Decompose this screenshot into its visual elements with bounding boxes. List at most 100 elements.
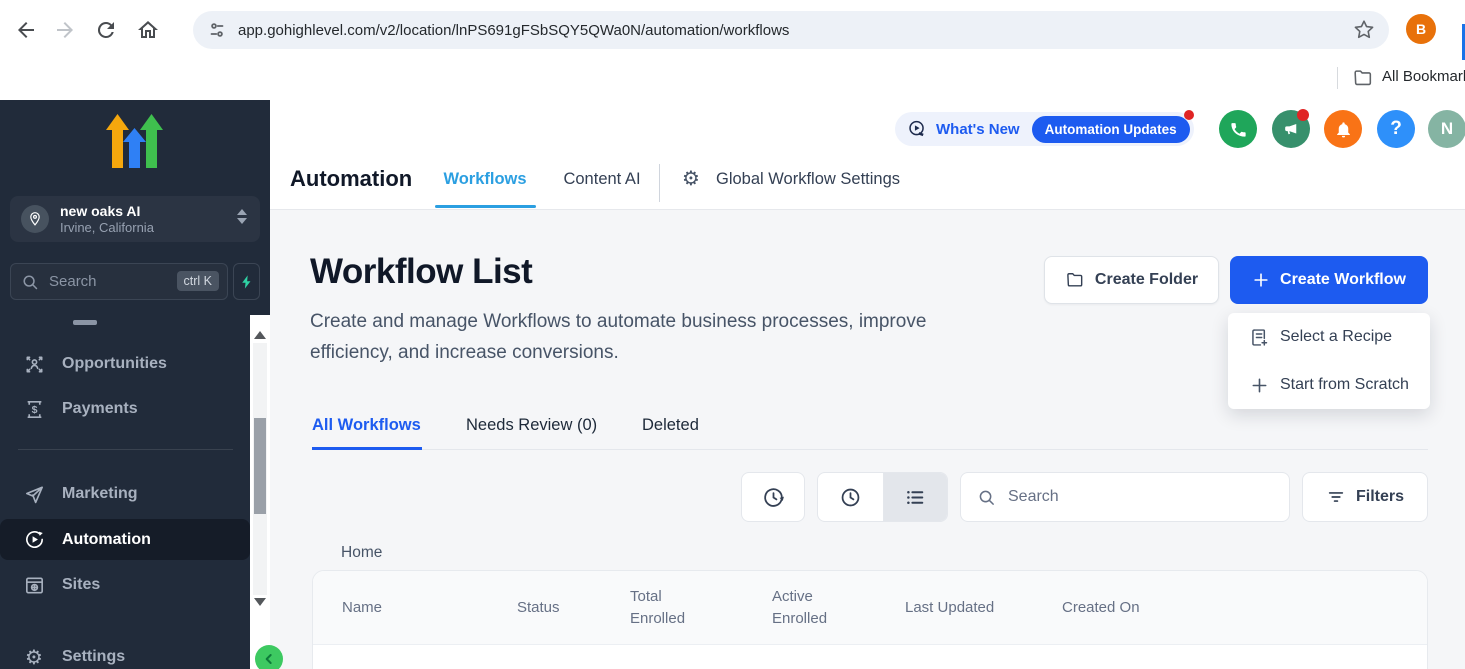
folder-icon <box>1065 270 1085 290</box>
plus-icon <box>1248 374 1270 396</box>
whats-new-pill[interactable]: What's New Automation Updates <box>895 112 1194 146</box>
lightning-icon <box>239 274 255 290</box>
tab-deleted[interactable]: Deleted <box>642 416 699 435</box>
marketing-icon <box>22 482 46 506</box>
notifications-button[interactable] <box>1324 110 1362 148</box>
question-mark-icon: ? <box>1390 118 1402 140</box>
opportunities-icon <box>22 352 46 376</box>
tab-all-workflows-underline <box>312 447 422 450</box>
global-workflow-settings-link[interactable]: Global Workflow Settings <box>716 170 900 189</box>
breadcrumb[interactable]: Home <box>341 544 382 562</box>
automation-updates-badge[interactable]: Automation Updates <box>1032 116 1190 143</box>
app-root: app.gohighlevel.com/v2/location/lnPS691g… <box>0 0 1465 669</box>
sidebar-item-label: Settings <box>62 648 125 666</box>
sidebar-item-payments[interactable]: $ Payments <box>0 387 250 431</box>
clock-icon <box>839 486 862 509</box>
bookmarks-separator <box>1337 67 1338 89</box>
recipe-icon <box>1248 326 1270 348</box>
tab-needs-review[interactable]: Needs Review (0) <box>466 416 597 435</box>
location-pin-icon <box>21 205 49 233</box>
section-subtitle: Create and manage Workflows to automate … <box>310 306 1010 368</box>
location-city: Irvine, California <box>60 220 154 236</box>
workflow-search-input[interactable] <box>1006 487 1246 507</box>
bookmark-star-icon[interactable] <box>1345 11 1383 49</box>
menu-item-select-recipe[interactable]: Select a Recipe <box>1228 313 1430 361</box>
user-avatar[interactable]: N <box>1428 110 1465 148</box>
time-view-button[interactable] <box>818 473 883 521</box>
browser-refresh-icon[interactable] <box>94 18 118 42</box>
scrollbar-thumb[interactable] <box>254 418 266 514</box>
plus-icon <box>1252 271 1270 289</box>
automation-icon <box>22 528 46 552</box>
partial-menu-item <box>73 320 97 325</box>
column-header-last-updated[interactable]: Last Updated <box>905 571 994 645</box>
phone-icon <box>1229 120 1248 139</box>
table-header-row: Name Status Total Enrolled Active Enroll… <box>313 571 1427 645</box>
column-header-created-on[interactable]: Created On <box>1062 571 1140 645</box>
tab-content-ai[interactable]: Content AI <box>542 170 662 189</box>
help-button[interactable]: ? <box>1377 110 1415 148</box>
sidebar-search-input[interactable] <box>47 272 157 291</box>
notification-dot <box>1297 109 1309 121</box>
filter-icon <box>1326 487 1346 507</box>
main-header: Automation Workflows Content AI ⚙ Global… <box>270 100 1465 210</box>
scroll-up-arrow[interactable] <box>254 331 266 339</box>
create-folder-button[interactable]: Create Folder <box>1044 256 1219 304</box>
list-view-button[interactable] <box>883 473 948 521</box>
tab-workflows-underline <box>435 205 536 208</box>
column-header-active-enrolled[interactable]: Active Enrolled <box>772 586 852 630</box>
filters-button[interactable]: Filters <box>1302 472 1428 522</box>
sidebar-item-sites[interactable]: Sites <box>0 563 250 607</box>
tab-all-workflows[interactable]: All Workflows <box>312 416 421 435</box>
list-icon <box>904 486 927 509</box>
shortcut-badge: ctrl K <box>177 271 219 291</box>
column-header-name[interactable]: Name <box>342 571 382 645</box>
svg-text:$: $ <box>31 403 37 415</box>
history-icon <box>762 486 785 509</box>
sidebar-item-label: Sites <box>62 576 100 594</box>
phone-button[interactable] <box>1219 110 1257 148</box>
sidebar-collapse-button[interactable] <box>255 645 283 669</box>
browser-back-icon[interactable] <box>14 18 38 42</box>
sidebar-item-settings[interactable]: ⚙ Settings <box>0 635 250 669</box>
section-title: Workflow List <box>310 252 532 292</box>
bookmarks-folder-icon[interactable] <box>1352 67 1374 89</box>
browser-home-icon[interactable] <box>136 18 160 42</box>
all-bookmarks-label[interactable]: All Bookmarks <box>1382 68 1465 85</box>
site-settings-icon[interactable] <box>206 19 228 41</box>
whats-new-label[interactable]: What's New <box>936 121 1020 138</box>
sites-icon <box>22 573 46 597</box>
sidebar-search[interactable]: ctrl K <box>10 263 228 300</box>
sidebar-item-label: Automation <box>62 531 151 549</box>
sidebar-item-opportunities[interactable]: Opportunities <box>0 342 250 386</box>
notification-dot <box>1184 110 1194 120</box>
announcements-button[interactable] <box>1272 110 1310 148</box>
sidebar-item-label: Opportunities <box>62 355 167 373</box>
tab-workflows[interactable]: Workflows <box>430 170 540 189</box>
sidebar-item-label: Marketing <box>62 485 138 503</box>
workflow-search[interactable] <box>960 472 1290 522</box>
sidebar-item-marketing[interactable]: Marketing <box>0 472 250 516</box>
url-text: app.gohighlevel.com/v2/location/lnPS691g… <box>238 22 789 39</box>
scroll-down-arrow[interactable] <box>254 598 266 606</box>
column-header-status[interactable]: Status <box>517 571 560 645</box>
browser-profile-avatar[interactable]: B <box>1406 14 1436 44</box>
sidebar-item-automation[interactable]: Automation <box>0 519 250 560</box>
location-switcher[interactable]: new oaks AI Irvine, California <box>10 196 260 242</box>
gohighlevel-logo <box>104 112 166 170</box>
column-header-total-enrolled[interactable]: Total Enrolled <box>630 586 710 630</box>
quick-actions-button[interactable] <box>233 263 260 300</box>
execution-logs-button[interactable] <box>741 472 805 522</box>
address-bar[interactable]: app.gohighlevel.com/v2/location/lnPS691g… <box>193 11 1389 49</box>
search-icon <box>21 273 39 291</box>
sidebar-scrollbar[interactable] <box>250 315 270 669</box>
browser-forward-icon[interactable] <box>53 18 77 42</box>
menu-item-start-from-scratch[interactable]: Start from Scratch <box>1228 361 1430 409</box>
announcement-icon <box>907 119 928 140</box>
create-workflow-button[interactable]: Create Workflow <box>1230 256 1428 304</box>
workflow-list-section: Workflow List Create and manage Workflow… <box>270 210 1465 669</box>
location-name: new oaks AI <box>60 203 154 220</box>
sidebar: new oaks AI Irvine, California ctrl K <box>0 100 270 669</box>
payments-icon: $ <box>22 397 46 421</box>
gear-icon: ⚙ <box>682 168 700 188</box>
